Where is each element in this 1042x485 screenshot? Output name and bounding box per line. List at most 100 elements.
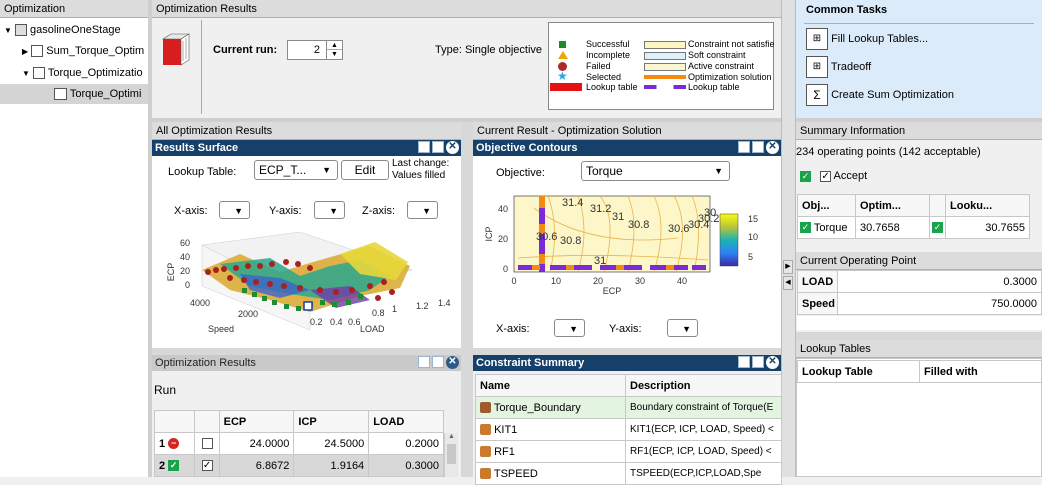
expand-right-icon[interactable]: ▶: [22, 47, 28, 56]
col-header[interactable]: Obj...: [797, 194, 856, 217]
sum-opt-task[interactable]: Σ Create Sum Optimization: [806, 84, 954, 106]
results-surface-plot[interactable]: 60 40 20 0 ECP 4000 2000 Speed 0.2 0.4 0…: [160, 230, 460, 348]
expand-down-icon[interactable]: ▼: [22, 69, 30, 78]
objective-dropdown[interactable]: Torque ▼: [581, 161, 730, 181]
surface-y-axis-dropdown[interactable]: ▼: [314, 201, 345, 219]
table-row[interactable]: RF1 RF1(ECP, ICP, LOAD, Speed) <: [475, 440, 782, 463]
close-icon[interactable]: ✕: [446, 141, 459, 154]
fill-lookup-task[interactable]: ⊞ Fill Lookup Tables...: [806, 28, 928, 50]
constraint-name-cell[interactable]: KIT1: [475, 418, 626, 441]
tree-item-label: Sum_Torque_Optim: [46, 45, 145, 57]
icp-cell[interactable]: 1.9164: [293, 454, 370, 477]
opt-results-table: ECP ICP LOAD 1 − 24.0000 24.5000 0.2000 …: [153, 410, 444, 477]
contour-y-axis-dropdown[interactable]: ▼: [667, 319, 698, 337]
tree-item-torque-opt[interactable]: ▼ Torque_Optimizatio: [22, 63, 143, 83]
center-divider-v[interactable]: [461, 122, 473, 477]
objective-contour-plot[interactable]: 31.4 31.2 31 30.8 30.6 30.4 30.2 30 30.6…: [478, 188, 778, 298]
constraint-name-cell[interactable]: RF1: [475, 440, 626, 463]
contour-x-tick: 10: [551, 276, 561, 286]
ecp-cell[interactable]: 24.0000: [218, 432, 295, 455]
ecp-cell[interactable]: 6.8672: [218, 454, 295, 477]
accept-row[interactable]: ✓ ✓ Accept: [800, 170, 867, 182]
right-divider-2[interactable]: [796, 332, 1042, 340]
layout-vertical-icon[interactable]: [432, 141, 444, 153]
contour-label: 30.6: [536, 231, 557, 243]
table-row[interactable]: TSPEED TSPEED(ECP,ICP,LOAD,Spe: [475, 462, 782, 485]
current-run-value[interactable]: 2: [314, 44, 320, 56]
tradeoff-label[interactable]: Tradeoff: [831, 61, 871, 73]
constraint-name-cell[interactable]: Torque_Boundary: [475, 396, 626, 419]
opt-solution-swatch: [644, 75, 686, 79]
col-header[interactable]: Description: [625, 374, 782, 397]
layout-vertical-icon[interactable]: [432, 356, 444, 368]
load-cell[interactable]: 0.2000: [368, 432, 444, 455]
col-header[interactable]: ECP: [218, 410, 295, 433]
colorbar-tick: 10: [748, 232, 758, 242]
surface-x-axis-dropdown[interactable]: ▼: [219, 201, 250, 219]
scroll-thumb[interactable]: [447, 444, 456, 464]
col-header[interactable]: Optim...: [855, 194, 930, 217]
tradeoff-task[interactable]: ⊞ Tradeoff: [806, 56, 871, 78]
layout-horizontal-icon[interactable]: [738, 356, 750, 368]
lookup-table-dropdown[interactable]: ECP_T... ▼: [254, 160, 338, 180]
col-header[interactable]: ICP: [293, 410, 370, 433]
close-icon[interactable]: ✕: [766, 356, 779, 369]
lookup-tables-table: Lookup Table Filled with: [797, 360, 1042, 383]
accept-checkbox[interactable]: [201, 438, 213, 450]
accept-cell[interactable]: ✓: [194, 454, 220, 477]
accept-checkbox[interactable]: ✓: [201, 460, 213, 472]
tasks-header: Common Tasks: [806, 4, 888, 16]
icp-cell[interactable]: 24.5000: [293, 432, 370, 455]
layout-vertical-icon[interactable]: [752, 141, 764, 153]
collapse-arrow-icon[interactable]: ▶: [783, 260, 793, 274]
col-header[interactable]: LOAD: [368, 410, 444, 433]
load-tick: 0.4: [330, 317, 343, 327]
close-icon[interactable]: ✕: [446, 356, 459, 369]
check-icon: ✓: [800, 222, 811, 234]
tasks-rule: [804, 23, 1034, 24]
contour-x-tick: 40: [677, 276, 687, 286]
table-row[interactable]: Torque_Boundary Boundary constraint of T…: [475, 396, 782, 419]
constraint-name-cell[interactable]: TSPEED: [475, 462, 626, 485]
table-row[interactable]: 1 − 24.0000 24.5000 0.2000: [153, 432, 444, 455]
load-cell[interactable]: 0.3000: [368, 454, 444, 477]
fill-lookup-label[interactable]: Fill Lookup Tables...: [831, 33, 928, 45]
col-header[interactable]: Lookup Table: [797, 360, 920, 383]
contour-x-axis-dropdown[interactable]: ▼: [554, 319, 585, 337]
operating-point-table: LOAD 0.3000 Speed 750.0000: [797, 270, 1042, 315]
accept-cell[interactable]: [194, 432, 220, 455]
table-row[interactable]: 2 ✓ ✓ 6.8672 1.9164 0.3000: [153, 454, 444, 477]
surface-z-axis-dropdown[interactable]: ▼: [407, 201, 438, 219]
spin-up-icon[interactable]: ▲: [326, 41, 342, 50]
table-row[interactable]: ✓ Torque 30.7658 ✓ 30.7655: [797, 216, 1030, 239]
layout-horizontal-icon[interactable]: [738, 141, 750, 153]
accept-checkbox[interactable]: ✓: [820, 170, 832, 182]
current-run-spinner[interactable]: 2 ▲ ▼: [287, 40, 343, 60]
tree-item-sum-torque[interactable]: ▶ Sum_Torque_Optim: [22, 41, 144, 61]
tasks-divider[interactable]: [781, 0, 796, 477]
tree-item-torque-output[interactable]: Torque_Optimi: [0, 84, 148, 104]
table-row[interactable]: KIT1 KIT1(ECP, ICP, LOAD, Speed) <: [475, 418, 782, 441]
close-icon[interactable]: ✕: [766, 141, 779, 154]
lower-divider-right[interactable]: [473, 348, 781, 355]
tree-item-root[interactable]: ▼ gasolineOneStage: [4, 20, 121, 40]
expand-down-icon[interactable]: ▼: [4, 26, 12, 35]
not-satisfied-swatch: [644, 41, 686, 49]
col-header[interactable]: Looku...: [945, 194, 1030, 217]
contour-label: 31.4: [562, 197, 583, 209]
edit-button[interactable]: Edit: [341, 160, 389, 180]
spin-down-icon[interactable]: ▼: [326, 50, 342, 59]
accept-label: Accept: [833, 170, 868, 182]
col-header[interactable]: Name: [475, 374, 626, 397]
scroll-up-icon[interactable]: ▲: [445, 433, 458, 440]
layout-vertical-icon[interactable]: [752, 356, 764, 368]
contour-title-buttons: ✕: [738, 141, 779, 155]
layout-horizontal-icon[interactable]: [418, 356, 430, 368]
z-tick: 20: [180, 266, 190, 276]
lower-divider-left[interactable]: [152, 348, 461, 355]
sum-opt-label[interactable]: Create Sum Optimization: [831, 89, 954, 101]
layout-horizontal-icon[interactable]: [418, 141, 430, 153]
opt-results-scrollbar[interactable]: ▲: [444, 433, 458, 477]
expand-arrow-icon[interactable]: ◀: [783, 276, 793, 290]
col-header[interactable]: Filled with: [919, 360, 1042, 383]
